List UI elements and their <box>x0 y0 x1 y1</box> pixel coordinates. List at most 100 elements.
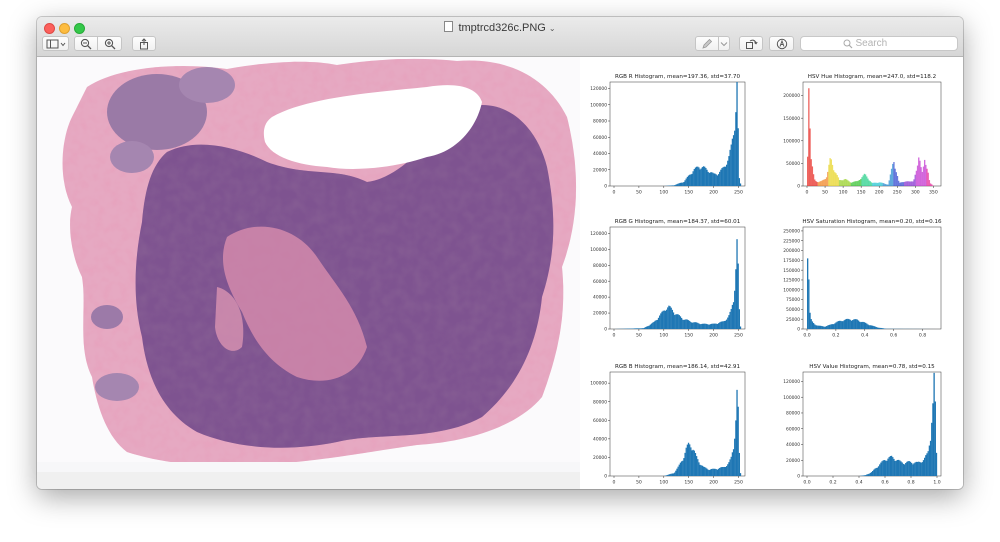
histogram-bar <box>715 174 717 186</box>
histogram-bar <box>816 181 818 186</box>
histogram-bar <box>836 321 838 329</box>
histogram-bar <box>698 462 700 476</box>
window-title[interactable]: tmptrcd326c.PNG ⌄ <box>37 21 963 34</box>
histogram-bar <box>689 320 691 329</box>
histogram-bar <box>901 462 903 476</box>
sidebar-button[interactable] <box>42 36 69 51</box>
histogram-bar <box>821 326 823 329</box>
markup-circle-icon <box>776 38 787 49</box>
axes-frame <box>609 371 746 477</box>
histogram-bar <box>916 461 919 476</box>
histogram-bar <box>887 184 889 186</box>
title-bar: tmptrcd326c.PNG ⌄ <box>37 17 963 57</box>
histogram-bar <box>914 462 916 476</box>
histogram-bar <box>675 184 677 186</box>
histogram-bar <box>927 451 929 476</box>
document-content[interactable]: RGB R Histogram, mean=197.36, std=37.70 0… <box>37 57 963 489</box>
histogram-bar <box>808 88 810 186</box>
histogram-bar <box>815 181 817 186</box>
histogram-bar <box>921 171 923 186</box>
histogram-bar <box>926 168 928 186</box>
histogram-bar <box>903 181 906 186</box>
histogram-bar <box>848 319 850 329</box>
histogram-bar <box>736 239 738 329</box>
annotate-button[interactable] <box>769 36 794 51</box>
histogram-bar <box>717 468 720 476</box>
histogram-bar <box>925 164 927 186</box>
histogram-bar <box>857 320 860 329</box>
histogram-bar <box>900 461 902 476</box>
histogram-bar <box>814 324 816 329</box>
histogram-bar <box>719 467 721 476</box>
histogram-bar <box>809 312 811 329</box>
search-field[interactable] <box>800 36 958 51</box>
histogram-bar <box>862 175 864 186</box>
histogram-bar <box>708 470 710 476</box>
histogram-chart-6: HSV Value Histogram, mean=0.78, std=0.15… <box>783 364 942 486</box>
histogram-bar <box>671 185 674 186</box>
search-input[interactable] <box>855 38 916 49</box>
rotate-button[interactable] <box>739 36 763 51</box>
zoom-in-button[interactable] <box>97 36 122 51</box>
histogram-bar <box>721 321 723 329</box>
histogram-bar <box>840 320 842 329</box>
histogram-bar <box>684 452 686 476</box>
histogram-bar <box>855 181 857 186</box>
histogram-bar <box>812 323 815 329</box>
histogram-bar <box>918 157 920 186</box>
histogram-bar <box>842 321 844 329</box>
histogram-bar <box>809 128 811 186</box>
histogram-bar <box>690 447 692 476</box>
histogram-bar <box>922 460 925 476</box>
histogram-bar <box>914 174 916 186</box>
histogram-bar <box>893 162 895 186</box>
histogram-bar <box>675 470 677 476</box>
histogram-bar <box>709 172 712 186</box>
histogram-bar <box>637 328 639 329</box>
histogram-bar <box>732 135 735 186</box>
histogram-bar <box>725 164 728 186</box>
histogram-bar <box>720 467 722 476</box>
histogram-bar <box>915 461 918 476</box>
histogram-bar <box>690 322 692 329</box>
y-tick-label: 150000 <box>783 116 800 122</box>
histogram-bar <box>932 403 934 476</box>
x-tick-label: 50 <box>636 333 642 339</box>
histogram-bar <box>727 160 729 186</box>
histogram-bar <box>680 182 683 186</box>
histogram-bar <box>830 324 832 329</box>
histogram-bar <box>704 467 706 476</box>
histogram-bar <box>694 167 697 186</box>
rotate-icon <box>745 39 758 49</box>
histogram-bar <box>660 313 662 329</box>
x-tick-label: 350 <box>929 190 938 196</box>
y-tick-label: 100000 <box>783 395 800 401</box>
histogram-bar <box>828 325 830 329</box>
zoom-out-button[interactable] <box>74 36 98 51</box>
x-tick-label: 200 <box>709 480 718 486</box>
histogram-bar <box>843 320 845 329</box>
histogram-bar <box>890 455 893 476</box>
histogram-bar <box>896 459 899 476</box>
histogram-bar <box>700 324 702 329</box>
histogram-bar <box>680 317 683 329</box>
y-tick-label: 200000 <box>783 248 800 254</box>
histogram-bar <box>849 182 851 186</box>
share-button[interactable] <box>132 36 156 51</box>
histogram-bar <box>888 180 890 186</box>
histogram-bar <box>710 172 713 186</box>
histogram-figure: RGB R Histogram, mean=197.36, std=37.70 0… <box>580 57 963 489</box>
histogram-bar <box>737 263 739 329</box>
markup-pen-button[interactable] <box>695 36 719 51</box>
histogram-bar <box>704 166 706 186</box>
histogram-bar <box>649 324 652 329</box>
histogram-bar <box>808 279 810 329</box>
histogram-bar <box>905 181 907 186</box>
histogram-bar <box>838 320 841 329</box>
markup-dropdown-button[interactable] <box>718 36 730 51</box>
histogram-bar <box>935 452 938 476</box>
histogram-bar <box>857 180 860 186</box>
histogram-bar <box>829 158 831 186</box>
histogram-bar <box>876 467 879 476</box>
histogram-bar <box>722 167 724 186</box>
